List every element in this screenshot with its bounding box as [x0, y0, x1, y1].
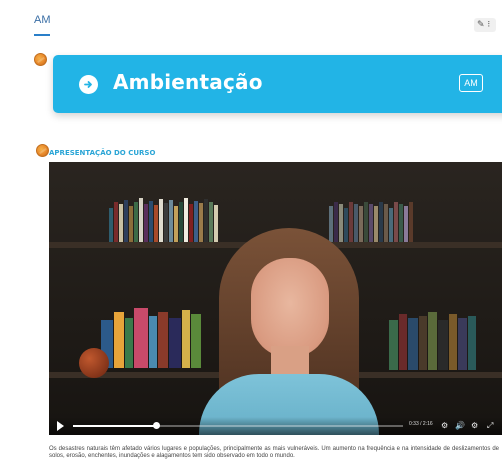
- video-controls: 0:33 / 2:16 ⚙ 🔊 ⚙ ⤢: [49, 417, 502, 435]
- progress-knob[interactable]: [152, 422, 160, 429]
- progress-fill: [73, 425, 156, 427]
- ambientacao-banner[interactable]: Ambientação AM: [53, 55, 502, 113]
- progress-bar[interactable]: [73, 422, 403, 429]
- play-icon[interactable]: [57, 421, 64, 431]
- section-title[interactable]: APRESENTAÇÃO DO CURSO: [49, 149, 155, 157]
- activity-icon: [34, 53, 47, 66]
- books-row: [109, 198, 218, 242]
- presenter-face: [251, 258, 329, 358]
- books-row: [101, 308, 201, 368]
- fullscreen-icon[interactable]: ⤢: [487, 421, 493, 431]
- cc-icon[interactable]: ⚙: [471, 421, 478, 431]
- pencil-icon: ✎ ⁝: [477, 20, 491, 30]
- video-player[interactable]: 0:33 / 2:16 ⚙ 🔊 ⚙ ⤢: [49, 162, 502, 435]
- activity-icon: [36, 144, 49, 157]
- banner-title: Ambientação: [113, 70, 263, 94]
- edit-button[interactable]: ✎ ⁝: [474, 18, 496, 32]
- volume-icon[interactable]: 🔊: [455, 421, 465, 431]
- video-time: 0:33 / 2:16: [409, 421, 433, 427]
- tab-active-underline: [34, 34, 50, 36]
- course-description: Os desastres naturais têm afetado vários…: [49, 446, 499, 459]
- arrow-right-circle-icon: [79, 75, 98, 94]
- settings-icon[interactable]: ⚙: [441, 421, 448, 431]
- books-row: [389, 312, 476, 370]
- banner-badge: AM: [459, 74, 483, 92]
- books-row: [329, 202, 413, 242]
- decorative-vase: [79, 348, 109, 378]
- tab-am[interactable]: AM: [34, 14, 51, 26]
